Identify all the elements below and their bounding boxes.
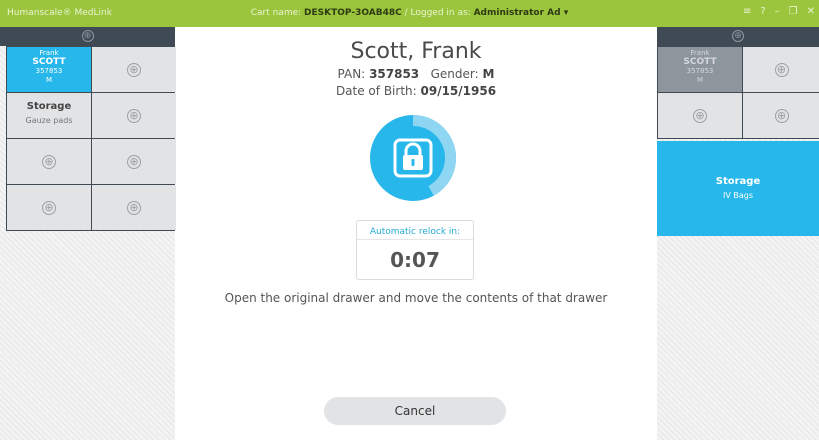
lock-keyhole <box>411 159 415 166</box>
session-info: Cart name: DESKTOP-3OAB48C / Logged in a… <box>0 8 819 18</box>
title-bar: Humanscale® MedLink Cart name: DESKTOP-3… <box>0 0 819 27</box>
user-name[interactable]: Administrator Ad <box>474 8 561 18</box>
left-drawer-grid: Frank SCOTT 357853 M ⊕ Storage Gauze pad… <box>6 46 176 231</box>
dob-line: Date of Birth: 09/15/1956 <box>205 84 627 98</box>
right-drawer-grid: Frank SCOTT 357853 M ⊕ ⊕ ⊕ <box>657 46 819 139</box>
storage-title: Storage <box>26 101 72 112</box>
drawer-storage-iv-bags[interactable]: Storage IV Bags <box>657 141 819 236</box>
left-cabinet-header: ⊕ <box>0 27 175 46</box>
drawer-empty[interactable]: ⊕ <box>743 47 819 92</box>
user-menu[interactable]: Administrator Ad ▾ <box>474 8 569 18</box>
right-cabinet-header: ⊕ <box>657 27 819 46</box>
caret-down-icon[interactable]: ▾ <box>564 8 569 18</box>
drawer-empty[interactable]: ⊕ <box>92 47 176 92</box>
drawer-empty[interactable]: ⊕ <box>658 93 742 138</box>
cart-label: Cart name: <box>250 8 302 18</box>
add-icon[interactable]: ⊕ <box>774 62 789 77</box>
minimize-icon[interactable]: – <box>775 6 780 17</box>
patient-gender: M <box>45 76 53 84</box>
drawer-patient-frank-scott[interactable]: Frank SCOTT 357853 M <box>658 47 742 92</box>
drawer-empty[interactable]: ⊕ <box>92 93 176 138</box>
close-icon[interactable]: ✕ <box>807 6 815 17</box>
patient-id-line: PAN: 357853 Gender: M <box>205 67 627 81</box>
drawer-empty[interactable]: ⊕ <box>92 139 176 184</box>
restore-icon[interactable]: ❐ <box>789 6 798 17</box>
add-icon[interactable]: ⊕ <box>127 154 141 169</box>
dob-value: 09/15/1956 <box>420 84 497 98</box>
patient-last-name: SCOTT <box>32 57 66 67</box>
instruction-text: Open the original drawer and move the co… <box>224 291 608 305</box>
add-icon[interactable]: ⊕ <box>774 108 789 123</box>
page-title: Scott, Frank <box>350 39 482 64</box>
left-cabinet-panel: ⊕ Frank SCOTT 357853 M ⊕ Storage Gauze p… <box>0 27 176 440</box>
gender-value: M <box>482 67 495 81</box>
drawer-empty[interactable]: ⊕ <box>743 93 819 138</box>
cart-name: DESKTOP-3OAB48C <box>304 8 402 18</box>
add-icon[interactable]: ⊕ <box>693 108 707 123</box>
drawer-empty[interactable]: ⊕ <box>92 185 176 230</box>
dob-label: Date of Birth: <box>335 84 417 98</box>
menu-icon[interactable]: ≡ <box>743 6 751 17</box>
help-icon[interactable]: ? <box>760 6 765 17</box>
add-cabinet-icon[interactable]: ⊕ <box>81 30 94 42</box>
lock-icon <box>370 115 456 201</box>
add-icon[interactable]: ⊕ <box>42 200 56 215</box>
storage-subtitle: Gauze pads <box>25 116 73 125</box>
pan-label: PAN: <box>337 67 366 81</box>
window-controls: ≡ ? – ❐ ✕ <box>743 6 815 17</box>
cancel-button[interactable]: Cancel <box>324 397 506 425</box>
add-icon[interactable]: ⊕ <box>127 62 141 77</box>
add-icon[interactable]: ⊕ <box>127 200 141 215</box>
drawer-storage-gauze[interactable]: Storage Gauze pads <box>7 93 91 138</box>
relock-timer: Automatic relock in: 0:07 <box>356 220 474 280</box>
logged-in-label: Logged in as: <box>410 8 471 18</box>
drawer-empty[interactable]: ⊕ <box>7 139 91 184</box>
separator: / <box>404 8 408 18</box>
drawer-empty[interactable]: ⊕ <box>7 185 91 230</box>
add-cabinet-icon[interactable]: ⊕ <box>732 30 744 42</box>
storage-subtitle: IV Bags <box>722 191 753 200</box>
drawer-patient-frank-scott[interactable]: Frank SCOTT 357853 M <box>7 47 91 92</box>
gender-label: Gender: <box>430 67 479 81</box>
transfer-panel: Scott, Frank PAN: 357853 Gender: M Date … <box>205 27 627 440</box>
relock-label: Automatic relock in: <box>357 221 473 240</box>
patient-pan: 357853 <box>35 67 63 75</box>
add-icon[interactable]: ⊕ <box>127 108 141 123</box>
add-icon[interactable]: ⊕ <box>42 154 56 169</box>
storage-title: Storage <box>715 176 761 187</box>
patient-gender: M <box>696 76 704 84</box>
patient-pan: 357853 <box>686 67 714 75</box>
pan-value: 357853 <box>369 67 420 81</box>
relock-countdown: 0:07 <box>390 248 440 272</box>
patient-last-name: SCOTT <box>683 57 717 67</box>
